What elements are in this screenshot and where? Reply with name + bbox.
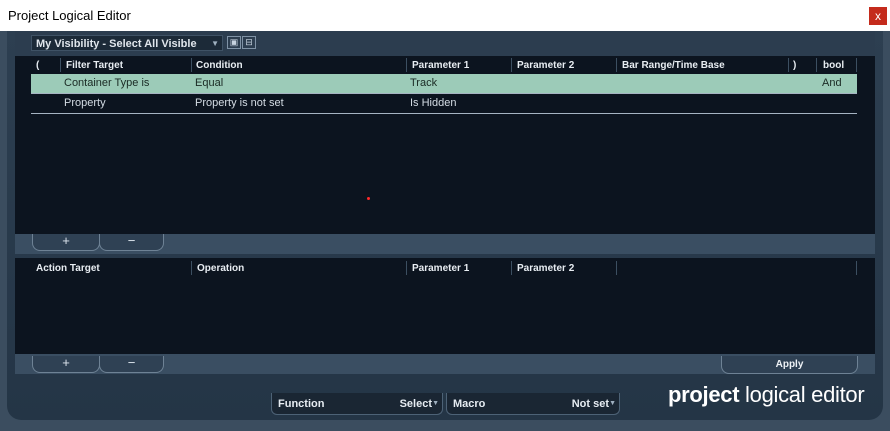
filter-header-condition[interactable]: Condition (196, 59, 243, 73)
chevron-down-icon: ▼ (609, 400, 616, 407)
apply-button[interactable]: Apply (721, 356, 858, 374)
preset-name: My Visibility - Select All Visible (36, 38, 197, 50)
window-title: Project Logical Editor (8, 8, 131, 23)
macro-label: Macro (453, 398, 486, 410)
filter-row[interactable]: Property Property is not set Is Hidden (31, 94, 857, 113)
filter-condition-cell[interactable]: Property is not set (195, 94, 284, 113)
filter-header-parameter1[interactable]: Parameter 1 (412, 59, 469, 73)
action-header-parameter1[interactable]: Parameter 1 (412, 262, 469, 276)
close-window-button[interactable]: x (869, 7, 887, 25)
filter-bool-cell[interactable]: And (822, 74, 842, 93)
chevron-down-icon: ▼ (432, 400, 439, 407)
filter-row[interactable]: Container Type is Equal Track And (31, 74, 857, 93)
filter-header-paren-close[interactable]: ) (793, 59, 796, 73)
filter-target-cell[interactable]: Container Type is (64, 74, 149, 93)
remove-preset-icon[interactable]: ⊟ (242, 36, 256, 49)
filter-condition-cell[interactable]: Equal (195, 74, 223, 93)
filter-param1-cell[interactable]: Track (410, 74, 437, 93)
action-header-target[interactable]: Action Target (36, 262, 100, 276)
brand-light: logical editor (739, 382, 865, 407)
macro-selector[interactable]: Macro Not set ▼ (446, 393, 620, 415)
brand-logo: project logical editor (668, 382, 865, 408)
filter-header-bool[interactable]: bool (823, 59, 844, 73)
function-selector[interactable]: Function Select ▼ (271, 393, 443, 415)
indicator-dot (367, 197, 370, 200)
filter-header-paren-open[interactable]: ( (36, 59, 39, 73)
macro-value: Not set (571, 398, 609, 410)
action-header-parameter2[interactable]: Parameter 2 (517, 262, 574, 276)
preset-selector[interactable]: My Visibility - Select All Visible ▼ (31, 35, 223, 51)
action-header-operation[interactable]: Operation (197, 262, 244, 276)
add-filter-line-button[interactable]: + (32, 234, 100, 251)
window-titlebar: Project Logical Editor x (0, 0, 890, 31)
filter-target-cell[interactable]: Property (64, 94, 106, 113)
chevron-down-icon: ▼ (211, 39, 219, 48)
filter-header-bar-range[interactable]: Bar Range/Time Base (622, 59, 725, 73)
filter-header-target[interactable]: Filter Target (66, 59, 123, 73)
function-label: Function (278, 398, 325, 410)
remove-filter-line-button[interactable]: − (99, 234, 164, 251)
add-action-line-button[interactable]: + (32, 356, 100, 373)
filter-param1-cell[interactable]: Is Hidden (410, 94, 456, 113)
row-divider (31, 113, 857, 114)
remove-action-line-button[interactable]: − (99, 356, 164, 373)
store-preset-icon[interactable]: ▣ (227, 36, 241, 49)
function-value: Select (399, 398, 432, 410)
brand-bold: project (668, 382, 740, 407)
filter-header-parameter2[interactable]: Parameter 2 (517, 59, 574, 73)
